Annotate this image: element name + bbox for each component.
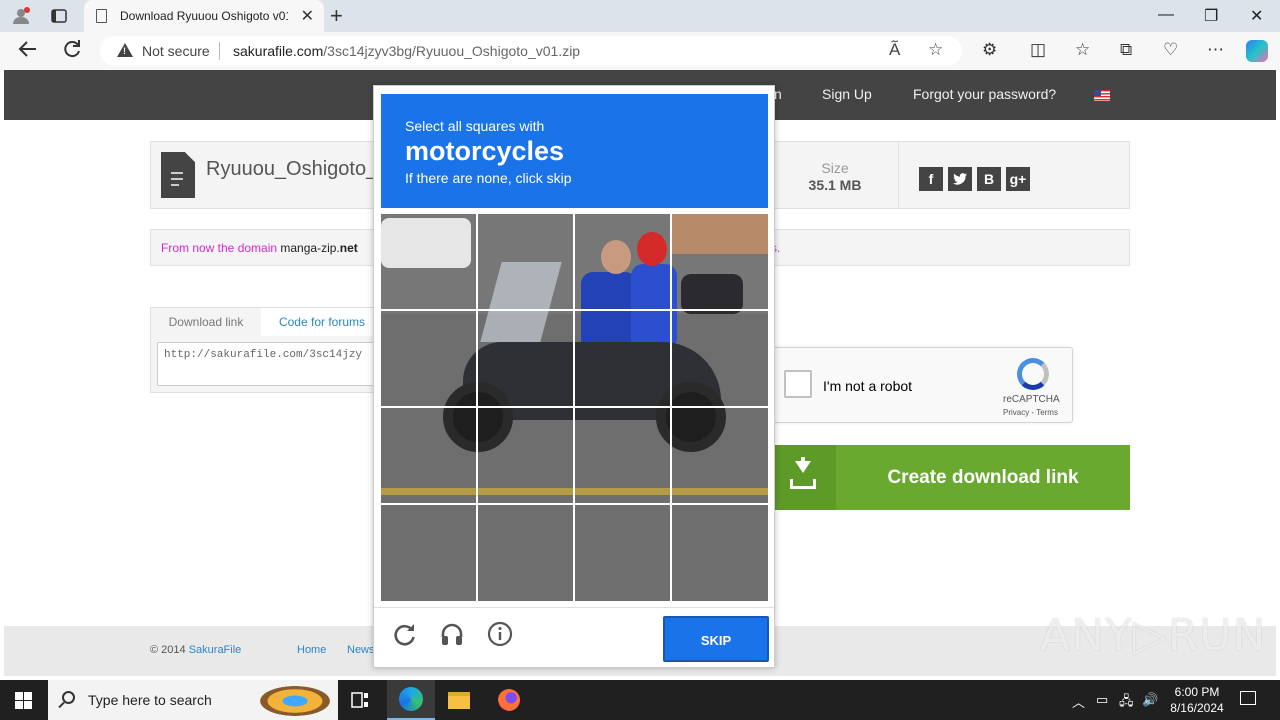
twitter-icon[interactable] — [948, 167, 972, 191]
address-bar[interactable]: Not secure sakurafile.com/3sc14jzyv3bg/R… — [100, 36, 962, 66]
tab-bar: Download Ryuuou Oshigoto v01 ✕ + — ❐ ✕ — [0, 0, 1280, 32]
footer-home-link[interactable]: Home — [297, 644, 326, 656]
recaptcha-checkbox[interactable] — [784, 370, 812, 398]
clock-time: 6:00 PM — [1174, 685, 1220, 699]
taskbar-clock[interactable]: 6:00 PM 8/16/2024 — [1160, 684, 1234, 716]
favorites-icon[interactable]: ☆ — [1075, 40, 1090, 60]
file-size-box: Size 35.1 MB — [771, 142, 899, 208]
tray-device-icon[interactable]: ▭ — [1096, 692, 1108, 708]
taskbar-search-placeholder: Type here to search — [88, 692, 212, 708]
size-value: 35.1 MB — [808, 177, 862, 193]
clock-date: 8/16/2024 — [1170, 701, 1224, 715]
create-download-link-button[interactable]: Create download link — [774, 445, 1130, 510]
recaptcha-logo-icon — [1017, 358, 1049, 390]
notification-icon[interactable] — [1240, 691, 1256, 705]
taskbar-search-box[interactable]: Type here to search — [48, 680, 338, 720]
file-explorer-icon[interactable] — [435, 680, 483, 720]
vk-icon[interactable]: B — [977, 167, 1001, 191]
recaptcha-label: I'm not a robot — [823, 378, 913, 394]
tab-title: Download Ryuuou Oshigoto v01 — [120, 9, 288, 23]
minimize-button[interactable]: — — [1158, 6, 1174, 24]
google-plus-icon[interactable]: g+ — [1006, 167, 1030, 191]
page-icon — [96, 9, 107, 23]
tab-actions-icon[interactable] — [46, 4, 72, 28]
captcha-grid-lines — [381, 214, 768, 601]
task-view-icon[interactable] — [336, 680, 384, 720]
network-icon[interactable]: 🖧 — [1119, 692, 1134, 714]
notice-domain-bold: net — [339, 241, 358, 255]
captcha-skip-button[interactable]: SKIP — [663, 616, 769, 662]
security-label[interactable]: Not secure — [142, 43, 210, 59]
close-window-button[interactable]: ✕ — [1250, 6, 1263, 26]
reload-icon[interactable] — [62, 39, 82, 65]
more-menu-icon[interactable]: ⋯ — [1207, 40, 1224, 60]
captcha-target: motorcycles — [405, 136, 565, 166]
favorite-star-icon[interactable]: ☆ — [928, 40, 943, 60]
browser-tab[interactable]: Download Ryuuou Oshigoto v01 ✕ — [84, 0, 324, 32]
nav-link-partial[interactable]: n — [774, 86, 782, 102]
us-flag-icon[interactable] — [1094, 90, 1110, 101]
recaptcha-brand: reCAPTCHA — [1003, 394, 1060, 405]
reload-icon[interactable] — [389, 621, 419, 651]
notice-text: From now the domain manga-zip.net — [161, 241, 358, 255]
tab-download-link[interactable]: Download link — [151, 308, 261, 336]
url-text[interactable]: sakurafile.com/3sc14jzyv3bg/Ryuuou_Oshig… — [233, 43, 580, 59]
maximize-button[interactable]: ❐ — [1204, 6, 1218, 26]
search-highlight-image — [260, 686, 330, 716]
tab-code-for-forums[interactable]: Code for forums — [261, 308, 383, 336]
volume-icon[interactable]: 🔊 — [1142, 692, 1158, 708]
anyrun-watermark: ANY▷RUN — [1040, 610, 1267, 661]
url-path: /3sc14jzyv3bg/Ryuuou_Oshigoto_v01.zip — [323, 43, 581, 59]
captcha-hint: If there are none, click skip — [405, 170, 572, 186]
size-label: Size — [821, 160, 849, 176]
tab-close-icon[interactable]: ✕ — [301, 6, 314, 26]
audio-icon[interactable] — [437, 621, 467, 651]
captcha-footer: SKIP — [374, 607, 774, 667]
edge-taskbar-icon[interactable] — [387, 680, 435, 720]
footer-copy-text: © 2014 — [150, 644, 189, 656]
collections-icon[interactable]: ⧉ — [1120, 40, 1132, 60]
footer-copyright: © 2014 SakuraFile — [150, 644, 241, 656]
recaptcha-widget: I'm not a robot reCAPTCHA Privacy - Term… — [770, 347, 1073, 423]
extensions-icon[interactable]: ⚙ — [982, 40, 997, 60]
download-url-field[interactable]: http://sakurafile.com/3sc14jzy — [157, 342, 383, 386]
address-toolbar: Not secure sakurafile.com/3sc14jzyv3bg/R… — [0, 32, 1280, 70]
footer-news-link[interactable]: News — [347, 644, 375, 656]
notice-domain: manga-zip. — [280, 241, 340, 255]
back-icon[interactable] — [18, 39, 38, 65]
browser-essentials-icon[interactable]: ♡ — [1163, 40, 1178, 60]
nav-signup-link[interactable]: Sign Up — [822, 86, 872, 102]
facebook-icon[interactable]: f — [919, 167, 943, 191]
new-tab-button[interactable]: + — [330, 3, 343, 29]
create-download-link-label: Create download link — [887, 467, 1079, 488]
file-name: Ryuuou_Oshigoto_v — [206, 158, 388, 180]
windows-taskbar: Type here to search ︿ ▭ 🖧 🔊 6:00 PM 8/16… — [0, 680, 1280, 720]
tray-chevron-icon[interactable]: ︿ — [1072, 692, 1085, 711]
url-domain: sakurafile.com — [233, 43, 324, 59]
split-screen-icon[interactable]: ◫ — [1030, 40, 1046, 60]
captcha-challenge-dialog: Select all squares with motorcycles If t… — [373, 85, 775, 668]
captcha-instruction: Select all squares with — [405, 118, 545, 134]
download-link-panel: Download link Code for forums http://sak… — [150, 307, 383, 393]
recaptcha-privacy-terms[interactable]: Privacy - Terms — [1003, 408, 1058, 417]
search-icon — [62, 691, 75, 704]
profile-icon[interactable] — [8, 4, 34, 28]
notice-prefix: From now the domain — [161, 241, 281, 255]
separator — [219, 42, 220, 60]
download-icon — [774, 445, 836, 510]
nav-forgot-password-link[interactable]: Forgot your password? — [913, 86, 1056, 102]
copilot-icon[interactable] — [1246, 40, 1268, 62]
read-aloud-icon[interactable]: A᷉ — [889, 40, 900, 60]
file-document-icon — [161, 152, 195, 198]
info-icon[interactable] — [485, 621, 515, 651]
warning-icon — [117, 43, 133, 57]
footer-brand-link[interactable]: SakuraFile — [189, 644, 242, 656]
windows-start-icon[interactable] — [15, 692, 32, 714]
firefox-icon[interactable] — [485, 680, 533, 720]
captcha-header: Select all squares with motorcycles If t… — [381, 94, 768, 208]
captcha-image-grid[interactable] — [381, 214, 768, 601]
